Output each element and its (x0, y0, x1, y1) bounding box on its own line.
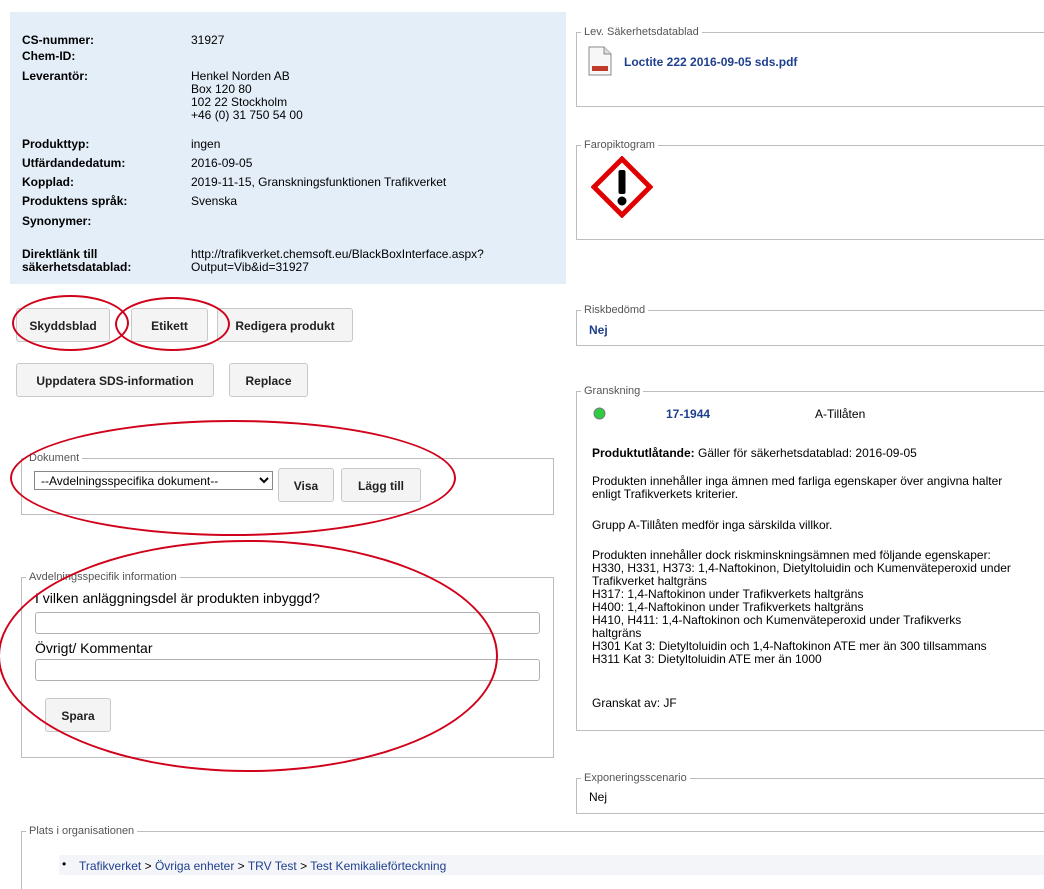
risk-assessed-value[interactable]: Nej (589, 323, 608, 337)
sds-legend: Lev. Säkerhetsdatablad (581, 25, 702, 39)
product-language-label: Produktens språk: (22, 194, 128, 208)
supplier-value: Henkel Norden AB Box 120 80 102 22 Stock… (191, 69, 303, 122)
crumb-ovriga-enheter[interactable]: Övriga enheter (155, 859, 234, 873)
direct-link-value[interactable]: http://trafikverket.chemsoft.eu/BlackBox… (191, 248, 484, 274)
department-info-legend: Avdelningsspecifik information (26, 570, 180, 584)
risk-assessed-legend: Riskbedömd (581, 303, 649, 317)
skyddsblad-button[interactable]: Skyddsblad (16, 308, 110, 342)
review-paragraph-1: Produkten innehåller inga ämnen med farl… (592, 474, 1003, 501)
hazard-pictogram-legend: Faropiktogram (581, 138, 658, 152)
sds-file-link[interactable]: Loctite 222 2016-09-05 sds.pdf (624, 55, 797, 69)
cs-number-label: CS-nummer: (22, 33, 95, 47)
crumb-separator: > (237, 859, 245, 873)
comment-label: Övrigt/ Kommentar (35, 640, 153, 656)
synonyms-label: Synonymer: (22, 214, 92, 228)
status-dot-icon (593, 407, 606, 423)
replace-button[interactable]: Replace (229, 363, 308, 397)
department-info-fieldset: Avdelningsspecifik information I vilken … (21, 570, 554, 758)
crumb-trafikverket[interactable]: Trafikverket (79, 859, 141, 873)
product-type-label: Produkttyp: (22, 137, 90, 151)
review-paragraph-2: Grupp A-Tillåten medför inga särskilda v… (592, 518, 833, 532)
crumb-test-kemikalieforteckning[interactable]: Test Kemikalieförteckning (310, 859, 446, 873)
product-language-value: Svenska (191, 194, 238, 208)
crumb-separator: > (300, 859, 308, 873)
direct-link-label: Direktlänk till säkerhetsdatablad: (22, 247, 132, 274)
exposure-scenario-fieldset: Exponeringsscenario Nej (576, 771, 1044, 814)
linked-label: Kopplad: (22, 175, 74, 189)
installation-part-label: I vilken anläggningsdel är produkten inb… (35, 590, 320, 606)
statement-label: Produktutlåtande: (592, 446, 695, 460)
document-select[interactable]: --Avdelningsspecifika dokument-- (34, 471, 273, 490)
breadcrumb: • Trafikverket > Övriga enheter > TRV Te… (59, 855, 1044, 875)
documents-fieldset: Dokument --Avdelningsspecifika dokument-… (21, 451, 554, 515)
pdf-file-icon (588, 46, 612, 79)
breadcrumb-trail: Trafikverket > Övriga enheter > TRV Test… (79, 859, 446, 873)
hazard-pictogram-fieldset: Faropiktogram (576, 138, 1044, 240)
reviewed-by: Granskat av: JF (592, 696, 677, 710)
ghs-exclamation-pictogram (590, 155, 654, 221)
save-button[interactable]: Spara (45, 698, 111, 732)
cs-number-value: 31927 (191, 33, 225, 47)
statement-text: Gäller för säkerhetsdatablad: 2016-09-05 (698, 446, 917, 460)
exposure-scenario-legend: Exponeringsscenario (581, 771, 690, 785)
supplier-label: Leverantör: (22, 69, 89, 83)
chem-id-label: Chem-ID: (22, 49, 76, 63)
documents-legend: Dokument (26, 451, 83, 465)
comment-input[interactable] (35, 659, 540, 681)
review-status: A-Tillåten (815, 407, 866, 421)
show-document-button[interactable]: Visa (278, 468, 334, 502)
edit-product-button[interactable]: Redigera produkt (217, 308, 353, 342)
etikett-button[interactable]: Etikett (131, 308, 208, 342)
review-paragraph-3: Produkten innehåller dock riskminsknings… (592, 548, 1011, 666)
review-legend: Granskning (581, 384, 644, 398)
org-location-fieldset: Plats i organisationen • Trafikverket > … (21, 824, 1044, 889)
org-location-legend: Plats i organisationen (26, 824, 138, 838)
review-id-link[interactable]: 17-1944 (666, 407, 710, 421)
update-sds-button[interactable]: Uppdatera SDS-information (16, 363, 214, 397)
issue-date-label: Utfärdandedatum: (22, 156, 126, 170)
bullet-icon: • (62, 857, 67, 871)
installation-part-input[interactable] (35, 612, 540, 634)
sds-fieldset: Lev. Säkerhetsdatablad Loctite 222 2016-… (576, 25, 1044, 107)
add-document-button[interactable]: Lägg till (341, 468, 421, 502)
crumb-separator: > (144, 859, 152, 873)
crumb-trv-test[interactable]: TRV Test (248, 859, 297, 873)
exposure-scenario-value: Nej (589, 790, 608, 804)
linked-value: 2019-11-15, Granskningsfunktionen Trafik… (191, 175, 447, 189)
product-type-value: ingen (191, 137, 221, 151)
statement-line: Produktutlåtande: Gäller för säkerhetsda… (592, 447, 917, 460)
review-fieldset: Granskning 17-1944 A-Tillåten Produktutl… (576, 384, 1044, 731)
risk-assessed-fieldset: Riskbedömd Nej (576, 303, 1044, 346)
product-info-panel: CS-nummer: 31927 Chem-ID: Leverantör: He… (10, 12, 566, 284)
issue-date-value: 2016-09-05 (191, 156, 253, 170)
